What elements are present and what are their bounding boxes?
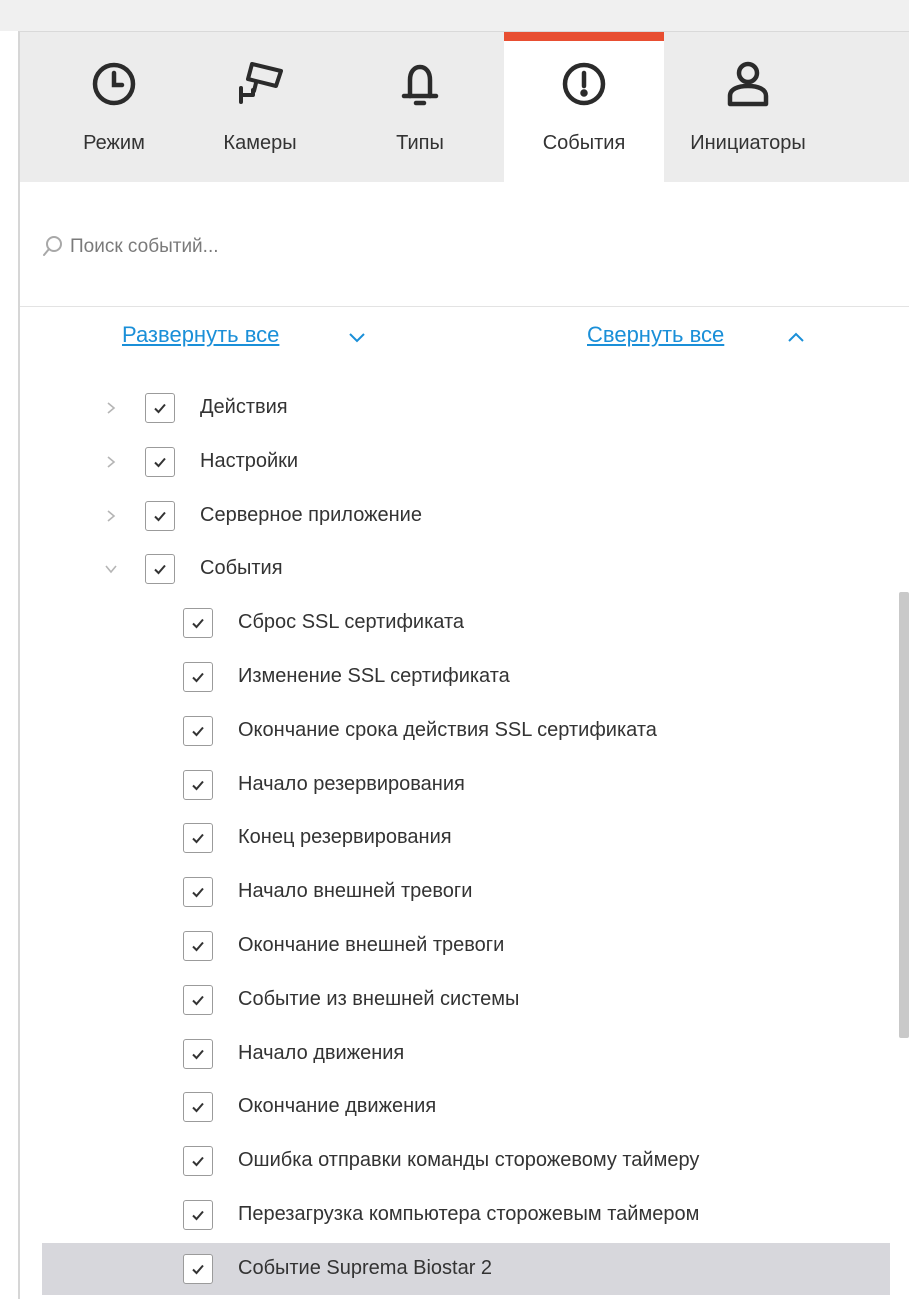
checkbox[interactable]: [183, 715, 213, 746]
tree-event-label: Начало резервирования: [238, 772, 465, 795]
tab-types[interactable]: Типы: [340, 32, 500, 182]
expand-all-link[interactable]: Развернуть все: [122, 322, 365, 348]
tree-group-label: События: [200, 557, 283, 580]
alert-circle-icon: [562, 62, 606, 106]
checkbox[interactable]: [183, 931, 213, 961]
tree-event-label: Событие Suprema Biostar 2: [238, 1256, 493, 1279]
checkbox[interactable]: [145, 393, 175, 423]
tree-event-label: Окончание внешней тревоги: [238, 934, 505, 956]
chevron-down-icon[interactable]: [104, 562, 118, 576]
checkbox[interactable]: [183, 1146, 213, 1177]
tree-group-label: Действия: [200, 396, 288, 418]
collapse-all-label: Свернуть все: [587, 322, 725, 347]
checkbox[interactable]: [183, 877, 213, 908]
tree-event-label: Изменение SSL сертификата: [238, 665, 510, 687]
checkbox[interactable]: [145, 446, 175, 477]
tree-group-label: Настройки: [200, 449, 299, 472]
tree-event-label: Окончание срока действия SSL сертификата: [238, 718, 657, 741]
tree-event-row[interactable]: Начало движения: [42, 1028, 890, 1080]
tab-label: Режим: [83, 132, 145, 154]
chevron-right-icon[interactable]: [104, 509, 118, 523]
tree-event-row[interactable]: Начало резервирования: [42, 759, 890, 811]
tree-event-label: Сброс SSL сертификата: [238, 611, 465, 634]
collapse-all-link[interactable]: Свернуть все: [587, 322, 804, 348]
checkbox[interactable]: [145, 554, 175, 585]
chevron-right-icon[interactable]: [104, 401, 118, 415]
tree-event-label: Начало внешней тревоги: [238, 880, 473, 903]
tree-event-row[interactable]: Перезагрузка компьютера сторожевым тайме…: [42, 1189, 890, 1241]
chevron-down-icon: [349, 333, 365, 343]
tab-mode[interactable]: Режим: [34, 32, 194, 182]
expand-collapse-row: Развернуть все Свернуть все: [20, 322, 909, 362]
tab-initiators[interactable]: Инициаторы: [668, 32, 828, 182]
user-icon: [727, 61, 769, 107]
checkbox[interactable]: [183, 1200, 213, 1230]
checkbox[interactable]: [183, 608, 213, 639]
search-icon: [43, 236, 62, 256]
bell-icon: [401, 64, 439, 106]
tree-group-label: Серверное приложение: [200, 503, 422, 526]
tree-event-label: Конец резервирования: [238, 826, 452, 849]
tree-group-row[interactable]: Серверное приложение: [20, 490, 909, 542]
tree-group-row[interactable]: Настройки: [20, 436, 909, 488]
tree-group-row[interactable]: Действия: [20, 382, 909, 434]
checkbox[interactable]: [183, 984, 213, 1015]
scrollbar[interactable]: [899, 592, 909, 1038]
camera-icon: [239, 62, 283, 104]
checkbox[interactable]: [145, 500, 175, 531]
tree-event-row[interactable]: Окончание внешней тревоги: [42, 920, 890, 972]
chevron-up-icon: [788, 332, 804, 342]
checkbox[interactable]: [183, 1038, 213, 1069]
tree-event-label: Окончание движения: [238, 1095, 437, 1118]
expand-all-label: Развернуть все: [122, 322, 280, 347]
search-bar: [20, 182, 909, 307]
chevron-right-icon[interactable]: [104, 455, 118, 469]
tab-label: Камеры: [223, 132, 297, 154]
tree-event-row[interactable]: Событие из внешней системы: [42, 974, 890, 1026]
tree-event-row[interactable]: Окончание срока действия SSL сертификата: [42, 705, 890, 757]
tree-event-row[interactable]: Сброс SSL сертификата: [42, 597, 890, 649]
tree-event-label: Перезагрузка компьютера сторожевым тайме…: [238, 1203, 700, 1225]
tab-label: События: [542, 132, 626, 154]
checkbox[interactable]: [183, 1092, 213, 1123]
tree-group-row[interactable]: События: [20, 543, 909, 595]
checkbox[interactable]: [183, 823, 213, 854]
tab-bar: Режим Камеры Типы События Инициаторы: [20, 32, 909, 182]
tree-event-row[interactable]: Окончание движения: [42, 1081, 890, 1133]
tree-event-label: Событие из внешней системы: [238, 987, 520, 1010]
search-input[interactable]: [68, 230, 772, 264]
window-top-strip: [0, 0, 909, 31]
checkbox[interactable]: [183, 769, 213, 800]
tab-events[interactable]: События: [504, 32, 664, 182]
tree-event-row[interactable]: Изменение SSL сертификата: [42, 651, 890, 703]
checkbox[interactable]: [183, 1253, 213, 1284]
event-filter-panel: Режим Камеры Типы События Инициаторы Пои…: [18, 31, 909, 1299]
tree-event-row[interactable]: Событие Suprema Biostar 2: [42, 1242, 890, 1295]
tab-cameras[interactable]: Камеры: [180, 32, 340, 182]
tree-event-label: Ошибка отправки команды сторожевому тайм…: [238, 1149, 700, 1172]
tree-event-label: Начало движения: [238, 1041, 405, 1064]
checkbox[interactable]: [183, 662, 213, 692]
clock-icon: [92, 62, 136, 106]
tree-event-row[interactable]: Начало внешней тревоги: [42, 866, 890, 918]
tab-label: Типы: [396, 132, 444, 154]
tree-event-row[interactable]: Конец резервирования: [42, 812, 890, 864]
tab-label: Инициаторы: [690, 132, 806, 154]
tree-event-row[interactable]: Ошибка отправки команды сторожевому тайм…: [42, 1135, 890, 1187]
